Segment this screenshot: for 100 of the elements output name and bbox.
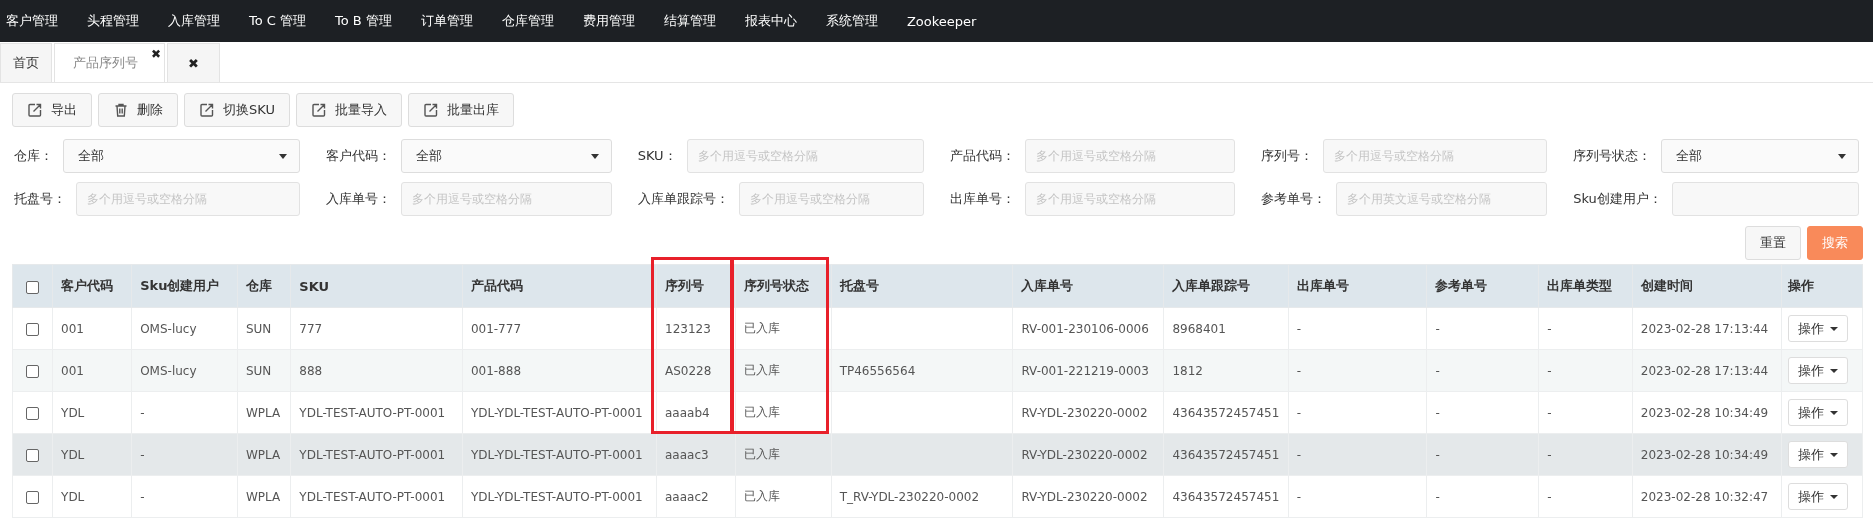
row-checkbox[interactable] bbox=[26, 448, 39, 462]
dropdown-select[interactable]: 全部 bbox=[400, 139, 612, 173]
actions-dropdown-button[interactable]: 操作 bbox=[1787, 315, 1848, 342]
close-icon[interactable]: ✖ bbox=[150, 47, 161, 61]
table-cell: - bbox=[1296, 447, 1302, 462]
delete-button[interactable]: 删除 bbox=[98, 93, 178, 127]
filter-label: Sku创建用户： bbox=[1573, 190, 1662, 208]
table-cell: 已入库 bbox=[744, 321, 781, 335]
caret-icon bbox=[1829, 452, 1838, 457]
column-header: 入库单号 bbox=[1021, 278, 1074, 293]
column-header: 出库单号 bbox=[1296, 278, 1349, 293]
dropdown-caret-icon bbox=[278, 153, 287, 159]
table-cell: 已入库 bbox=[744, 363, 781, 377]
actions-dropdown-button[interactable]: 操作 bbox=[1787, 357, 1848, 384]
nav-menu-item[interactable]: 费用管理 bbox=[582, 12, 635, 30]
toolbar-button[interactable]: 导出 bbox=[12, 93, 92, 127]
page-tab[interactable]: 首页 bbox=[0, 43, 52, 82]
column-header: 出库单类型 bbox=[1547, 278, 1613, 293]
nav-menu-item[interactable]: 订单管理 bbox=[420, 12, 473, 30]
actions-dropdown-button[interactable]: 操作 bbox=[1787, 441, 1848, 468]
select-all-checkbox[interactable] bbox=[26, 280, 39, 294]
nav-menu-item[interactable]: 系统管理 bbox=[825, 12, 878, 30]
actions-dropdown-button[interactable]: 操作 bbox=[1787, 399, 1848, 426]
toolbar-button[interactable]: 批量出库 bbox=[407, 93, 514, 127]
dropdown-select[interactable]: 全部 bbox=[63, 139, 300, 173]
caret-icon bbox=[1829, 368, 1838, 373]
filter-label: 参考单号： bbox=[1261, 190, 1327, 208]
reset-button[interactable]: 重置 bbox=[1745, 226, 1801, 260]
table-cell: - bbox=[1435, 321, 1440, 336]
table-cell: 2023-02-28 10:32:47 bbox=[1640, 489, 1769, 504]
share-icon bbox=[310, 102, 327, 118]
table-cell: - bbox=[1547, 405, 1552, 420]
table-cell: - bbox=[1435, 489, 1440, 504]
nav-menu-item[interactable]: To B 管理 bbox=[335, 12, 392, 30]
table-row[interactable]: YDL - WPLA YDL-TEST-AUTO-PT-0001 YDL-YDL-TEST-AUTO-PT-0001 aaaac3 已入库 RV-YDL-230220-0002 43643572457451 - - - 2023-02-28 10:34:49 操作 bbox=[12, 433, 1863, 476]
table-cell: 001-777 bbox=[470, 321, 521, 336]
table-cell: - bbox=[1435, 363, 1440, 378]
nav-menu-item[interactable]: 客户管理 bbox=[6, 12, 58, 30]
dropdown-caret-icon bbox=[1838, 153, 1846, 159]
nav-menu-item[interactable]: 入库管理 bbox=[168, 12, 220, 30]
table-cell: 2023-02-28 10:34:49 bbox=[1640, 447, 1769, 462]
table-cell: - bbox=[140, 489, 145, 504]
column-header: 产品代码 bbox=[470, 278, 523, 293]
table-cell: - bbox=[1296, 321, 1302, 336]
table-cell: SUN bbox=[245, 363, 272, 378]
table-cell: YDL bbox=[61, 489, 85, 504]
table-row[interactable]: 001 OMS-lucy SUN 777 001-777 123123 已入库 RV-001-230106-0006 8968401 - - - 2023-02-28 17:13:44 操作 bbox=[12, 307, 1863, 350]
tab-label[interactable]: 产品序列号 bbox=[73, 54, 138, 72]
nav-menu-item[interactable]: 仓库管理 bbox=[501, 12, 554, 30]
table-cell: - bbox=[1547, 363, 1552, 378]
table-cell: YDL bbox=[61, 447, 85, 462]
toolbar-button[interactable]: 批量导入 bbox=[295, 93, 402, 127]
filter-label: SKU： bbox=[637, 147, 677, 165]
table-cell: T_RV-YDL-230220-0002 bbox=[839, 489, 980, 504]
table-cell: - bbox=[1547, 447, 1552, 462]
table-cell: SUN bbox=[245, 321, 272, 336]
table-cell: - bbox=[140, 405, 145, 420]
filter-label: 客户代码： bbox=[325, 147, 391, 165]
table-cell: - bbox=[140, 447, 145, 462]
table-row[interactable]: YDL - WPLA YDL-TEST-AUTO-PT-0001 YDL-YDL-TEST-AUTO-PT-0001 aaaac2 已入库 T_RV-YDL-230220-0002 RV-YDL-230220-0002 43643572457451 - - - 2023-02-28 10:32:47 操作 bbox=[12, 475, 1863, 518]
toolbar-button[interactable]: 切换SKU bbox=[184, 93, 290, 127]
table-cell: 已入库 bbox=[744, 489, 781, 503]
table-cell: 001 bbox=[61, 363, 84, 378]
row-checkbox[interactable] bbox=[26, 364, 39, 378]
table-cell: TP46556564 bbox=[839, 363, 916, 378]
nav-menu-item[interactable]: Zookeeper bbox=[906, 13, 977, 29]
actions-dropdown-button[interactable]: 操作 bbox=[1787, 483, 1848, 510]
filter-label: 出库单号： bbox=[949, 190, 1015, 208]
nav-menu-item[interactable]: To C 管理 bbox=[249, 12, 307, 30]
nav-menu-item[interactable]: 头程管理 bbox=[87, 12, 139, 30]
row-checkbox[interactable] bbox=[26, 322, 39, 336]
table-cell: 123123 bbox=[665, 321, 711, 336]
dropdown-select[interactable]: 全部 bbox=[1661, 139, 1859, 173]
column-header: 入库单跟踪号 bbox=[1172, 278, 1251, 293]
input-field[interactable] bbox=[1671, 182, 1859, 216]
table-row[interactable]: YDL - WPLA YDL-TEST-AUTO-PT-0001 YDL-YDL-TEST-AUTO-PT-0001 aaaab4 已入库 RV-YDL-230220-0002 43643572457451 - - - 2023-02-28 10:34:49 操作 bbox=[12, 391, 1863, 434]
tab-label[interactable]: 首页 bbox=[13, 54, 39, 72]
row-checkbox[interactable] bbox=[26, 490, 39, 504]
row-checkbox[interactable] bbox=[26, 406, 39, 420]
table-cell: YDL-YDL-TEST-AUTO-PT-0001 bbox=[470, 447, 643, 462]
nav-menu-item[interactable]: 结算管理 bbox=[663, 12, 716, 30]
table-cell: WPLA bbox=[245, 447, 281, 462]
column-header: 序列号 bbox=[665, 278, 704, 293]
table-cell: YDL-TEST-AUTO-PT-0001 bbox=[299, 489, 446, 504]
column-header: 操作 bbox=[1787, 278, 1814, 293]
select-value: 全部 bbox=[415, 147, 442, 165]
table-cell: 777 bbox=[299, 321, 323, 336]
table-cell: 1812 bbox=[1172, 363, 1203, 378]
table-cell: 已入库 bbox=[744, 447, 781, 461]
table-cell: YDL bbox=[61, 405, 85, 420]
page-tab[interactable]: 产品序列号 ✖ bbox=[54, 43, 165, 82]
table-row[interactable]: 001 OMS-lucy SUN 888 001-888 AS0228 已入库 TP46556564 RV-001-221219-0003 1812 - - - 2023-02-28 17:13:44 操作 bbox=[12, 349, 1863, 392]
table-cell: WPLA bbox=[245, 489, 281, 504]
table-cell: aaaac3 bbox=[665, 447, 709, 462]
table-cell: - bbox=[1435, 447, 1440, 462]
table-cell: 43643572457451 bbox=[1172, 447, 1280, 462]
close-all-tab[interactable]: ✖ bbox=[167, 43, 220, 82]
table-cell: - bbox=[1296, 489, 1302, 504]
nav-menu-item[interactable]: 报表中心 bbox=[744, 12, 797, 30]
table-cell: YDL-YDL-TEST-AUTO-PT-0001 bbox=[470, 405, 643, 420]
